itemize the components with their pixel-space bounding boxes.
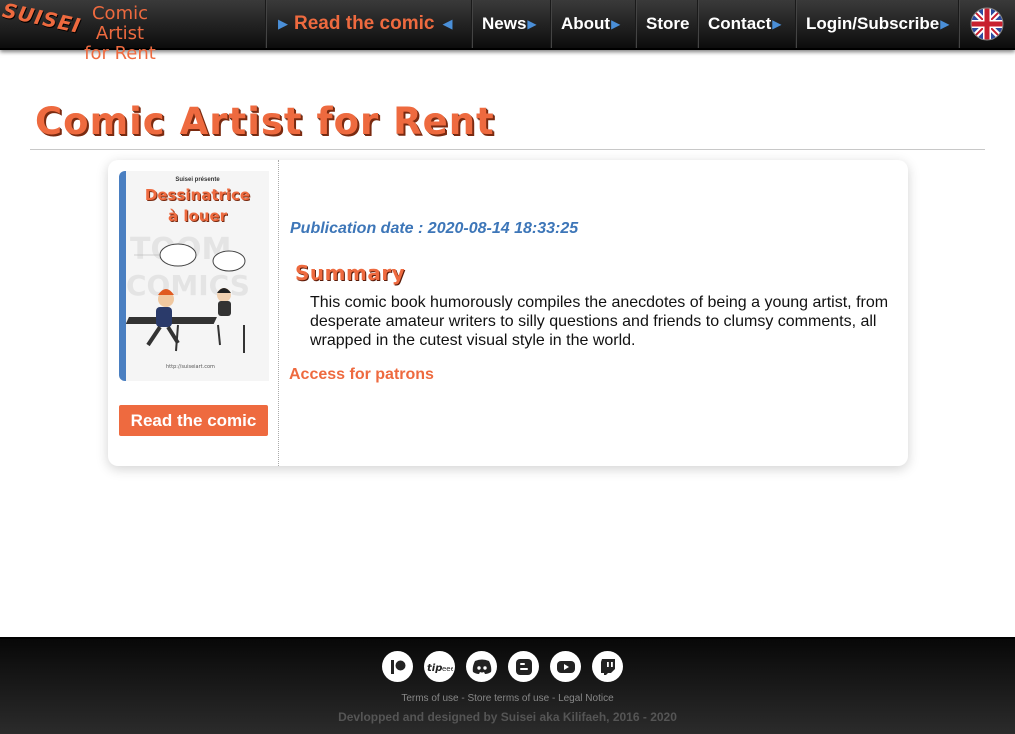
nav-label: Contact [708, 14, 772, 33]
arrow-right-icon: ▶ [527, 17, 537, 31]
arrow-right-icon: ▶ [772, 17, 782, 31]
arrow-right-icon: ▶ [278, 16, 288, 31]
nav-contact[interactable]: Contact ▶ [697, 0, 795, 48]
nav-store[interactable]: Store [635, 0, 697, 48]
separator: - [549, 693, 559, 704]
svg-text:COMICS: COMICS [126, 269, 250, 302]
cover-illustration: TOOM COMICS http://suiseiart.com [126, 232, 250, 370]
cover-title-line-1: Dessinatrice [144, 186, 251, 204]
nav-label: Store [646, 14, 690, 33]
nav-read-the-comic[interactable]: ▶ Read the comic ◀ [265, 0, 471, 48]
nav-login-subscribe[interactable]: Login/Subscribe ▶ [795, 0, 957, 48]
legal-notice-link[interactable]: Legal Notice [558, 693, 614, 704]
arrow-right-icon: ▶ [611, 17, 621, 31]
arrow-right-icon: ▶ [940, 17, 950, 31]
svg-text:eee: eee [442, 665, 453, 673]
social-links: tip eee [382, 651, 623, 682]
footer-credit: Devlopped and designed by Suisei aka Kil… [338, 710, 677, 724]
top-navigation-bar: SUISEI Comic Artist for Rent ▶ Read the … [0, 0, 1015, 64]
twitch-icon[interactable] [592, 651, 623, 682]
discord-icon[interactable] [466, 651, 497, 682]
patrons-access-link[interactable]: Access for patrons [289, 366, 434, 384]
nav-label: Login/Subscribe [806, 14, 940, 33]
tipeee-icon[interactable]: tip eee [424, 651, 455, 682]
cover-presenter: Suisei présente [175, 177, 220, 183]
summary-heading: Summary [295, 261, 406, 285]
footer: tip eee Terms of use - Store terms of use… [0, 637, 1015, 734]
read-comic-button[interactable]: Read the comic [119, 405, 268, 436]
nav-about[interactable]: About ▶ [550, 0, 635, 48]
page-title: Comic Artist for Rent [35, 100, 495, 143]
nav-label: About [561, 14, 611, 33]
nav-label: News [482, 14, 527, 33]
comic-cover-column: Suisei présente Dessinatrice à louer TOO… [108, 160, 279, 466]
nav-news[interactable]: News ▶ [471, 0, 550, 48]
nav-label: Read the comic [294, 13, 435, 34]
cover-title-line-2: à louer [167, 207, 228, 225]
language-switcher[interactable] [958, 0, 1015, 48]
logo-line-1: Comic Artist [91, 3, 148, 44]
legal-links: Terms of use - Store terms of use - Lega… [0, 693, 1015, 704]
uk-flag-icon [970, 7, 1004, 41]
blogger-icon[interactable] [508, 651, 539, 682]
svg-text:http://suiseiart.com: http://suiseiart.com [166, 364, 215, 370]
arrow-left-icon: ◀ [442, 16, 453, 31]
comic-cover-image[interactable]: Suisei présente Dessinatrice à louer TOO… [119, 171, 269, 381]
logo-text: Comic Artist for Rent [70, 4, 170, 64]
divider [30, 149, 985, 150]
patreon-icon[interactable] [382, 651, 413, 682]
cover-title: Dessinatrice à louer [126, 185, 269, 227]
svg-text:tip: tip [427, 663, 442, 674]
terms-of-use-link[interactable]: Terms of use [401, 693, 458, 704]
store-terms-link[interactable]: Store terms of use [467, 693, 549, 704]
comic-card: Suisei présente Dessinatrice à louer TOO… [108, 160, 908, 466]
logo-line-2: for Rent [84, 43, 156, 64]
youtube-icon[interactable] [550, 651, 581, 682]
main-nav: ▶ Read the comic ◀ News ▶ About ▶ Store … [265, 0, 957, 48]
publication-date: Publication date : 2020-08-14 18:33:25 [290, 220, 579, 237]
summary-text: This comic book humorously compiles the … [310, 294, 889, 349]
site-logo[interactable]: SUISEI Comic Artist for Rent [0, 0, 265, 64]
